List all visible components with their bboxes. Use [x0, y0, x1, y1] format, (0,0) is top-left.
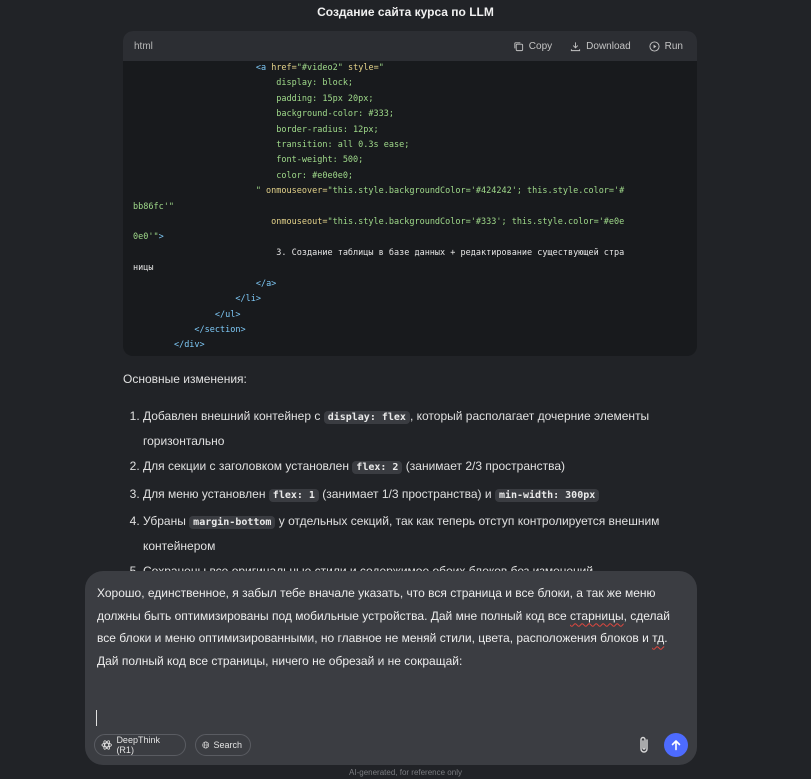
play-icon	[649, 40, 660, 52]
message-input-box[interactable]: Хорошо, единственное, я забыл тебе внача…	[85, 571, 697, 765]
code-token: background-color: #333;	[133, 109, 394, 120]
search-button[interactable]: Search	[195, 734, 251, 756]
code-language-label: html	[134, 40, 153, 52]
send-button[interactable]	[664, 733, 688, 757]
assistant-response: Основные изменения: Добавлен внешний кон…	[123, 372, 703, 586]
code-token: "#video2"	[296, 63, 343, 73]
changes-list: Добавлен внешний контейнер с display: fl…	[123, 405, 703, 583]
code-line: bb86fc'"	[133, 200, 687, 215]
code-token: href=	[266, 63, 297, 73]
response-heading: Основные изменения:	[123, 372, 247, 386]
code-line: color: #e0e0e0;	[133, 169, 687, 184]
code-token: bb86fc'"	[133, 201, 174, 212]
code-token: font-weight: 500;	[133, 155, 364, 166]
globe-icon	[202, 741, 210, 749]
code-line: padding: 15px 20px;	[133, 92, 687, 107]
list-item: Для меню установлен flex: 1 (занимает 1/…	[143, 483, 703, 508]
code-line: 3. Создание таблицы в базе данных + реда…	[133, 246, 687, 261]
text-caret	[96, 710, 97, 726]
code-token: style=	[342, 63, 379, 73]
code-header: html Copy Download Run	[123, 31, 697, 61]
copy-icon	[514, 41, 523, 51]
chat-title: Создание сайта курса по LLM	[317, 5, 494, 19]
inline-code: flex: 1	[268, 488, 319, 502]
list-item: Добавлен внешний контейнер с display: fl…	[143, 405, 703, 452]
code-token: ницы	[133, 263, 154, 274]
code-token: onmouseover=	[260, 186, 328, 197]
code-token: border-radius: 12px;	[133, 124, 379, 135]
list-item: Для секции с заголовком установлен flex:…	[143, 455, 703, 480]
code-token: padding: 15px 20px;	[133, 93, 374, 104]
code-line: display: block;	[133, 76, 687, 91]
code-line: </section>	[133, 323, 687, 338]
download-label: Download	[586, 40, 631, 52]
inline-code: display: flex	[323, 411, 410, 424]
code-token: 0e0'"	[133, 232, 159, 243]
code-token: "	[378, 63, 384, 73]
list-item: Убраны margin-bottom у отдельных секций,…	[143, 510, 703, 557]
deepthink-label: DeepThink (R1)	[116, 735, 160, 755]
code-token: color: #e0e0e0;	[133, 170, 354, 181]
code-line: " onmouseover="this.style.backgroundColo…	[133, 184, 687, 199]
code-token: "this.style.backgroundColor='#424242'; t…	[327, 186, 625, 197]
message-input[interactable]: Хорошо, единственное, я забыл тебе внача…	[97, 582, 685, 673]
code-line: </a>	[133, 277, 687, 292]
code-line: 0e0'">	[133, 230, 687, 245]
code-line: onmouseout="this.style.backgroundColor='…	[133, 215, 687, 230]
code-line: background-color: #333;	[133, 107, 687, 122]
code-token: </ul>	[214, 309, 241, 320]
code-block: html Copy Download Run <a href="#video2"…	[123, 31, 697, 356]
code-line: font-weight: 500;	[133, 153, 687, 168]
code-line: transition: all 0.3s ease;	[133, 138, 687, 153]
inline-code: margin-bottom	[189, 516, 276, 529]
code-token: "this.style.backgroundColor='#333'; this…	[327, 217, 625, 228]
arrow-up-icon	[671, 740, 681, 751]
code-token: <a	[255, 63, 267, 73]
code-line: <a href="#video2" style="	[133, 61, 687, 76]
code-token: >	[158, 232, 164, 243]
paperclip-icon[interactable]	[636, 735, 652, 755]
list-item-text: (занимает 1/3 пространства) и	[318, 486, 495, 501]
search-label: Search	[213, 740, 242, 750]
code-token: display: block;	[133, 78, 354, 89]
code-line: </ul>	[133, 308, 687, 323]
download-icon	[571, 41, 581, 51]
misspelled-word: тд	[652, 631, 665, 646]
code-token: "	[133, 186, 261, 197]
run-button[interactable]: Run	[649, 41, 683, 52]
download-button[interactable]: Download	[570, 40, 631, 52]
code-token: 3. Создание таблицы в базе данных + реда…	[133, 247, 625, 258]
code-token: onmouseout=	[133, 217, 328, 228]
code-line: </li>	[133, 292, 687, 307]
code-content: <a href="#video2" style=" display: block…	[123, 61, 697, 354]
code-token: transition: all 0.3s ease;	[133, 140, 410, 151]
run-label: Run	[664, 40, 683, 52]
code-token: </div>	[173, 340, 205, 351]
code-token: </section>	[194, 324, 246, 335]
code-line: ницы	[133, 261, 687, 276]
list-item-text: Убраны	[143, 514, 190, 528]
disclaimer-footer: AI-generated, for reference only	[349, 768, 462, 777]
inline-code: flex: 2	[352, 461, 403, 474]
code-token: </li>	[235, 294, 261, 305]
copy-button[interactable]: Copy	[513, 41, 552, 52]
inline-code: min-width: 300px	[494, 488, 600, 502]
list-item-text: (занимает 2/3 пространства)	[402, 459, 566, 473]
list-item-text: Для секции с заголовком установлен	[143, 459, 353, 473]
atom-icon	[101, 740, 112, 750]
code-line: </div>	[133, 338, 687, 353]
copy-label: Copy	[528, 40, 553, 52]
list-item-text: Добавлен внешний контейнер с	[143, 409, 324, 423]
code-line: border-radius: 12px;	[133, 123, 687, 138]
deepthink-button[interactable]: DeepThink (R1)	[94, 734, 186, 756]
code-token: </a>	[255, 278, 277, 289]
list-item-text: Для меню установлен	[143, 486, 269, 501]
misspelled-word: старницы	[570, 608, 624, 623]
